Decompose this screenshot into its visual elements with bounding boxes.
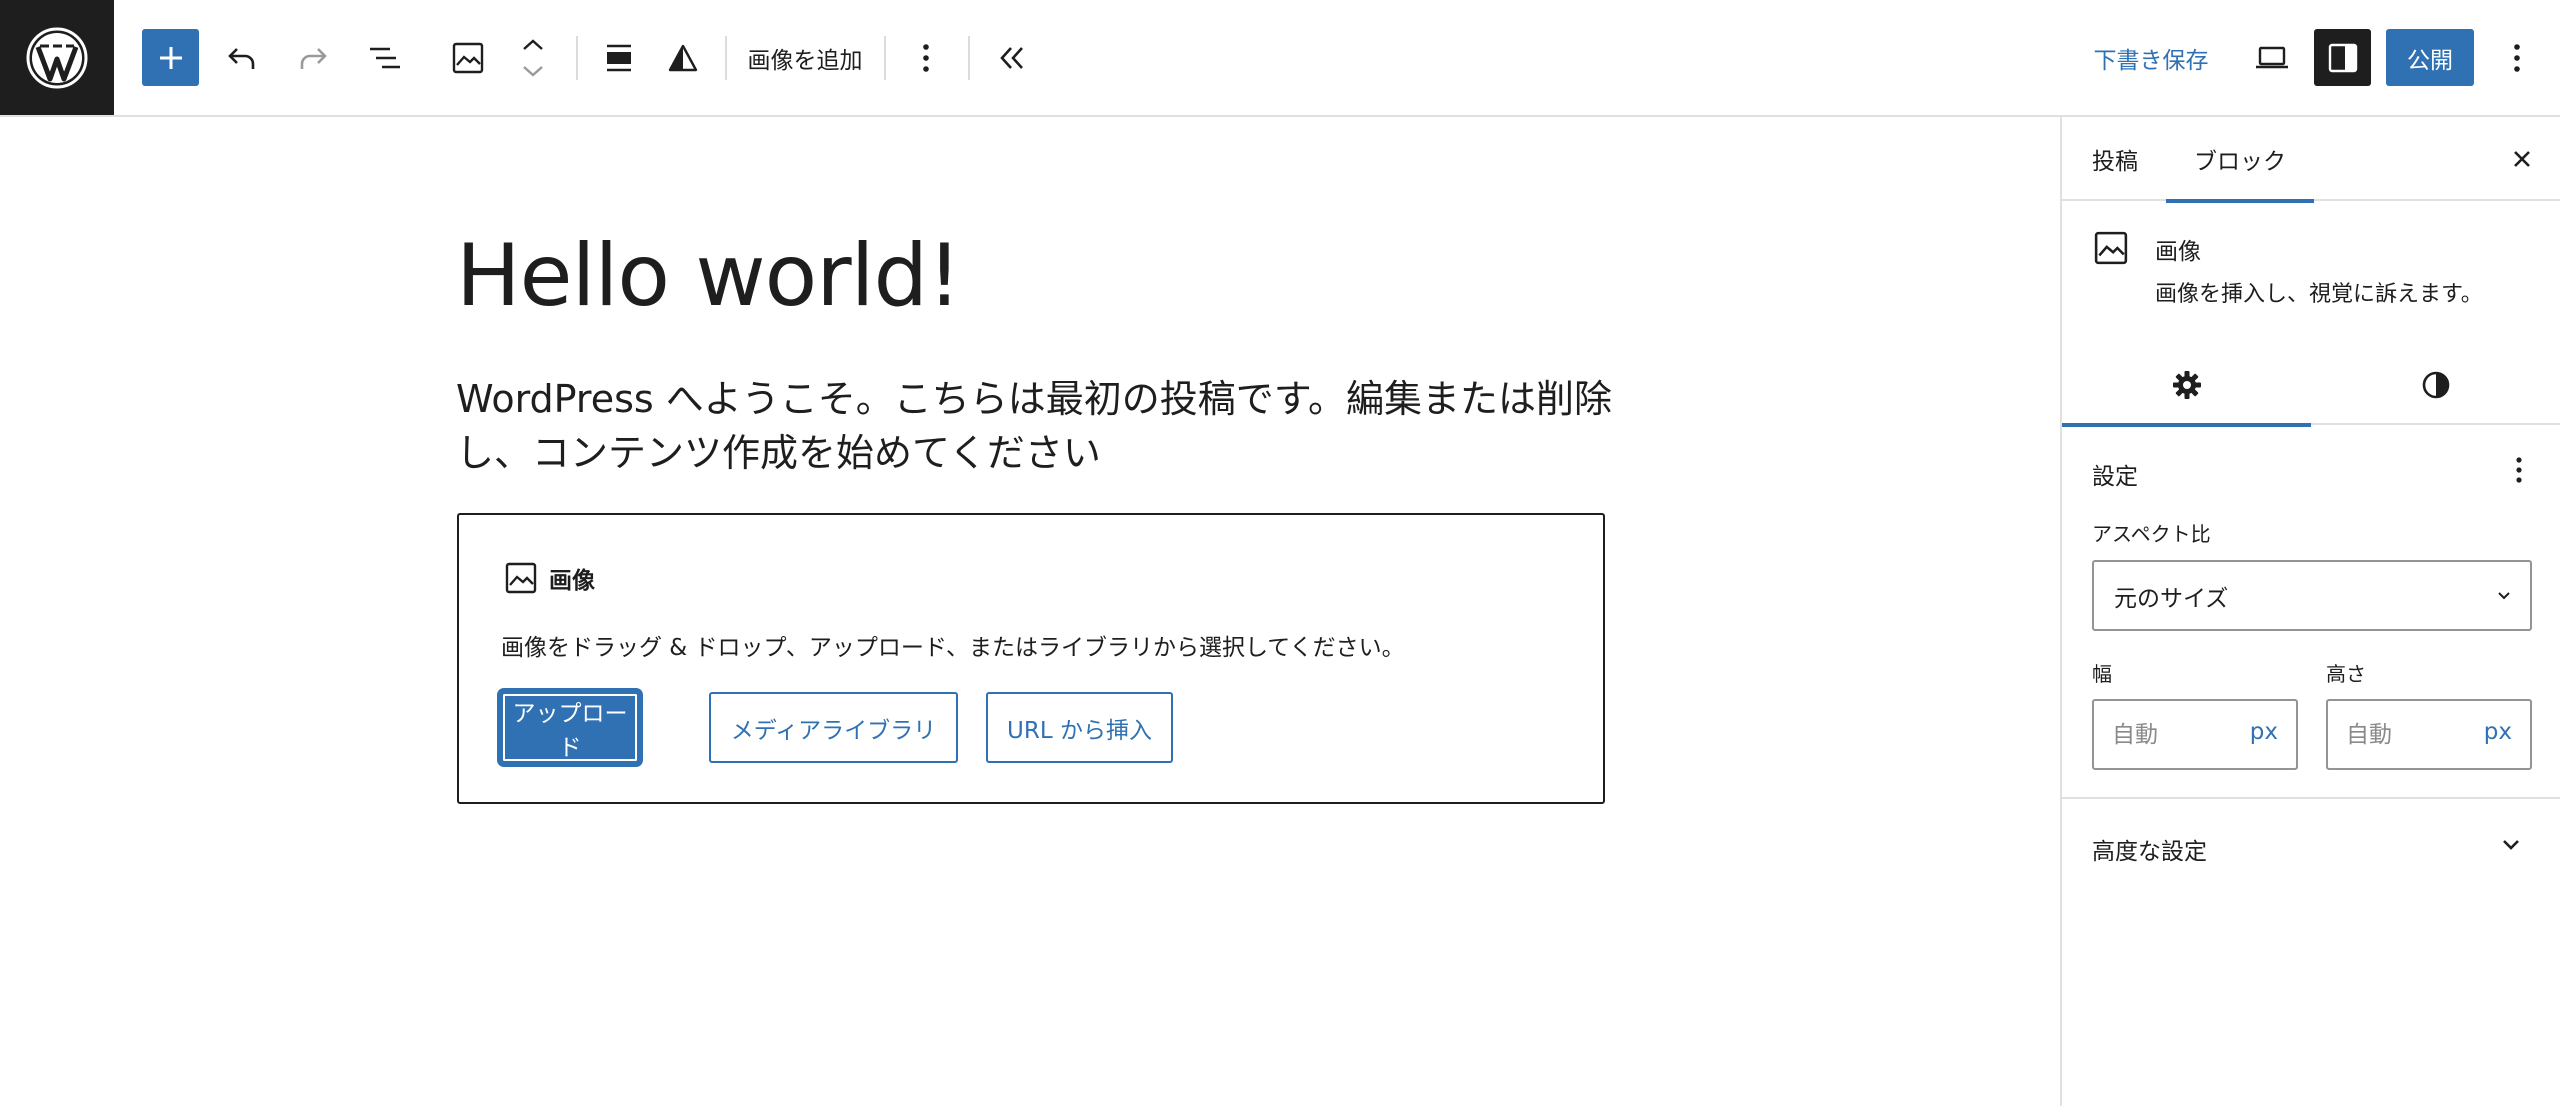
image-icon [505, 562, 537, 594]
image-block-title: 画像 [549, 568, 595, 594]
block-type-button[interactable] [448, 0, 488, 115]
more-vertical-icon [2514, 43, 2520, 72]
width-field[interactable]: px [2092, 699, 2298, 770]
image-icon [452, 42, 484, 73]
height-label: 高さ [2326, 662, 2366, 686]
collapse-toolbar-button[interactable] [992, 0, 1032, 115]
publish-label: 公開 [2407, 47, 2453, 74]
options-menu-button[interactable] [2500, 0, 2534, 115]
sidebar-tabs: 投稿 ブロック [2062, 117, 2560, 203]
wordpress-logo[interactable] [0, 0, 114, 115]
sidebar-toggle-icon [2328, 43, 2357, 72]
save-draft-label: 下書き保存 [2093, 47, 2209, 74]
chevron-up-icon[interactable] [522, 38, 544, 51]
chevron-down-icon [2503, 840, 2519, 850]
toolbar-divider [576, 36, 578, 80]
block-card: 画像 画像を挿入し、視覚に訴えます。 [2062, 201, 2560, 321]
insert-from-url-button[interactable]: URL から挿入 [986, 692, 1173, 763]
post-title[interactable]: Hello world! [456, 226, 962, 326]
toolbar-divider [725, 36, 727, 80]
wordpress-icon [26, 27, 88, 88]
paragraph-block[interactable]: WordPress へようこそ。こちらは最初の投稿です。編集または削除し、コンテ… [456, 372, 1616, 480]
tab-styles[interactable] [2311, 345, 2560, 425]
aspect-ratio-select[interactable]: 元のサイズ [2092, 560, 2532, 631]
width-unit[interactable]: px [2250, 719, 2278, 745]
add-block-button[interactable] [142, 29, 199, 86]
redo-icon [300, 47, 327, 69]
more-vertical-icon [2516, 457, 2522, 483]
triangle-icon [668, 44, 698, 71]
undo-button[interactable] [222, 0, 262, 115]
desktop-preview-icon [2256, 46, 2288, 68]
gear-icon [2172, 371, 2201, 399]
advanced-panel-label: 高度な設定 [2092, 839, 2207, 865]
height-unit[interactable]: px [2484, 719, 2512, 745]
align-icon [607, 44, 631, 71]
plus-icon [159, 46, 182, 69]
settings-sidebar: 投稿 ブロック 画像 画像を挿入し、視覚に訴えます。 設定 アスペクト比 元のサ… [2060, 117, 2560, 1106]
aspect-ratio-value: 元のサイズ [2114, 585, 2229, 612]
height-input[interactable] [2346, 719, 2466, 751]
toolbar-divider [884, 36, 886, 80]
block-options-button[interactable] [906, 0, 946, 115]
block-card-title: 画像 [2155, 239, 2201, 265]
advanced-panel-toggle[interactable]: 高度な設定 [2062, 799, 2560, 893]
add-image-button[interactable]: 画像を追加 [745, 0, 865, 115]
settings-toggle-button[interactable] [2314, 29, 2371, 86]
document-overview-button[interactable] [364, 0, 404, 115]
redo-button[interactable] [293, 0, 333, 115]
align-button[interactable] [599, 0, 639, 115]
media-library-button[interactable]: メディアライブラリ [709, 692, 958, 763]
close-sidebar-button[interactable] [2502, 139, 2542, 179]
width-input[interactable] [2112, 719, 2232, 751]
collapse-icon [1000, 46, 1023, 69]
duotone-button[interactable] [663, 0, 703, 115]
height-field[interactable]: px [2326, 699, 2532, 770]
settings-panel-options-button[interactable] [2502, 453, 2536, 487]
chevron-down-icon [2498, 592, 2510, 600]
block-card-description: 画像を挿入し、視覚に訴えます。 [2155, 282, 2483, 307]
width-label: 幅 [2092, 662, 2112, 686]
editor-top-toolbar: 画像を追加 下書き保存 公開 [0, 0, 2560, 117]
undo-icon [228, 47, 255, 69]
save-draft-button[interactable]: 下書き保存 [2088, 0, 2214, 115]
preview-button[interactable] [2250, 0, 2294, 115]
contrast-icon [2422, 371, 2449, 399]
close-icon [2514, 151, 2530, 167]
aspect-ratio-label: アスペクト比 [2092, 522, 2211, 546]
more-vertical-icon [923, 43, 929, 72]
tab-block[interactable]: ブロック [2166, 117, 2314, 203]
inspector-tabs [2062, 345, 2560, 427]
image-block-header: 画像 [505, 561, 595, 595]
tab-settings[interactable] [2062, 345, 2311, 427]
add-image-label: 画像を追加 [747, 47, 863, 74]
settings-panel-title: 設定 [2092, 464, 2138, 490]
move-block-control [518, 0, 548, 115]
list-view-icon [370, 47, 400, 68]
image-icon [2094, 231, 2128, 265]
toolbar-divider [968, 36, 970, 80]
tab-post[interactable]: 投稿 [2092, 117, 2138, 201]
chevron-down-icon[interactable] [522, 65, 544, 77]
image-block-placeholder[interactable]: 画像 画像をドラッグ & ドロップ、アップロード、またはライブラリから選択してく… [457, 513, 1605, 804]
publish-button[interactable]: 公開 [2386, 29, 2474, 86]
upload-button[interactable]: アップロード [501, 692, 639, 763]
image-block-instructions: 画像をドラッグ & ドロップ、アップロード、またはライブラリから選択してください… [501, 635, 1405, 661]
